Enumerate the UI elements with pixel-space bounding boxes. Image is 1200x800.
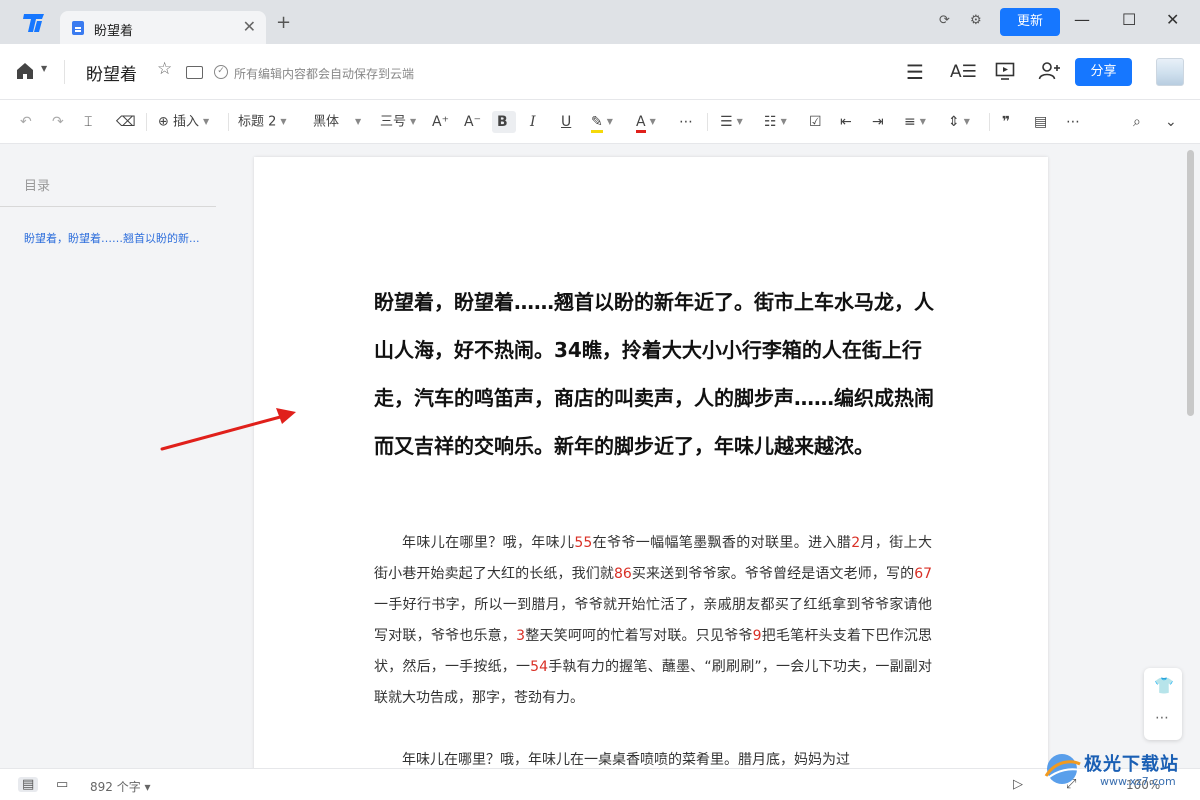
chevron-down-icon[interactable]: ▼ — [41, 64, 47, 73]
page-title[interactable]: 盼望着 — [86, 60, 137, 85]
update-button[interactable]: 更新 — [1000, 8, 1060, 36]
divider — [989, 113, 990, 131]
toc-title: 目录 — [24, 179, 51, 194]
red-number: 54 — [530, 659, 548, 675]
highlight-color-icon[interactable]: ✎ ▼ — [591, 112, 613, 133]
outdent-icon[interactable]: ⇤ — [840, 112, 852, 132]
save-status: 所有编辑内容都会自动保存到云端 — [234, 67, 415, 81]
watermark-url: www.xz7.com — [1100, 775, 1176, 788]
toc-item[interactable]: 盼望着，盼望着……翘首以盼的新... — [24, 230, 200, 246]
chevron-down-icon[interactable]: ⌄ — [1165, 112, 1177, 132]
word-count[interactable]: 892 个字 ▾ — [90, 778, 151, 795]
bullet-list-icon[interactable]: ☰ ▼ — [720, 112, 743, 132]
more-icon[interactable]: ⋯ — [1066, 112, 1080, 132]
paragraph[interactable]: 年味儿在哪里？哦，年味儿55在爷爷一幅幅笔墨飘香的对联里。进入腊2月，街上大街小… — [374, 528, 932, 714]
theme-skin-icon[interactable]: 👕 — [1154, 676, 1174, 695]
red-number: 67 — [914, 566, 933, 582]
web-view-icon[interactable]: ▭ — [56, 777, 68, 792]
document-page[interactable]: 盼望着，盼望着……翘首以盼的新年近了。街市上车水马龙，人山人海，好不热闹。34瞧… — [254, 157, 1048, 777]
red-number: 2 — [851, 535, 861, 551]
divider — [0, 206, 216, 207]
maximize-icon[interactable]: ☐ — [1122, 10, 1136, 29]
bold-button[interactable]: B — [497, 112, 508, 132]
document-header: ▼ 盼望着 ☆ ✓ 所有编辑内容都会自动保存到云端 ☰ A☰ 分享 — [0, 44, 1200, 100]
align-icon[interactable]: ≡ ▼ — [904, 112, 926, 132]
status-bar: ▤ ▭ 892 个字 ▾ ▷ ⤢ 100% — [0, 768, 1200, 800]
vertical-scrollbar[interactable] — [1187, 150, 1194, 416]
title-bar: 盼望着 ✕ + ⟳ ⚙ 更新 — ☐ ✕ — [0, 0, 1200, 44]
word-count-value: 892 个字 — [90, 780, 141, 794]
document-heading[interactable]: 盼望着，盼望着……翘首以盼的新年近了。街市上车水马龙，人山人海，好不热闹。34瞧… — [374, 278, 934, 470]
text-run: 买来送到爷爷家。爷爷曾经是语文老师，写的 — [631, 566, 915, 582]
red-number: 86 — [613, 566, 632, 582]
floating-tools-panel: 👕 ⋯ — [1144, 668, 1182, 740]
minimize-icon[interactable]: — — [1074, 10, 1090, 29]
watermark-text: 极光下载站 — [1084, 754, 1179, 775]
app-logo-icon — [23, 14, 44, 32]
sync-icon[interactable]: ⟳ — [939, 13, 950, 28]
window-close-icon[interactable]: ✕ — [1166, 10, 1179, 29]
table-of-contents: 目录 盼望着，盼望着……翘首以盼的新... — [0, 145, 216, 768]
red-number: 55 — [574, 535, 593, 551]
checklist-icon[interactable]: ☑ — [809, 112, 822, 132]
star-icon[interactable]: ☆ — [157, 59, 172, 79]
more-format-icon[interactable]: ⋯ — [679, 112, 693, 132]
format-toolbar-right: B I U ✎ ▼ A ▼ ⋯ ☰ ▼ ☷ ▼ ☑ ⇤ ⇥ ≡ ▼ ⇕ ▼ ❞ ▤ ⋯ ⌕ … — [0, 100, 1200, 144]
font-color-button[interactable]: A ▼ — [636, 112, 656, 133]
cloud-saved-icon: ✓ — [214, 65, 228, 79]
presentation-icon[interactable] — [995, 62, 1015, 80]
menu-icon[interactable]: ☰ — [906, 60, 924, 84]
document-tab[interactable]: 盼望着 ✕ — [60, 11, 266, 44]
text-run: 年味儿在哪里？哦，年味儿 — [402, 535, 575, 551]
text-run: 整天笑呵呵的忙着写对联。只见爷爷 — [525, 628, 753, 644]
text-run: 在爷爷一幅幅笔墨飘香的对联里。进入腊 — [592, 535, 852, 551]
line-spacing-icon[interactable]: ⇕ ▼ — [948, 112, 970, 132]
underline-button[interactable]: U — [561, 112, 571, 132]
home-icon[interactable] — [16, 62, 34, 80]
document-icon — [72, 21, 84, 35]
more-icon[interactable]: ⋯ — [1155, 710, 1169, 726]
folder-icon[interactable] — [186, 66, 203, 79]
page-view-icon[interactable]: ▤ — [18, 777, 39, 792]
tab-title: 盼望着 — [94, 24, 134, 39]
text-box-icon[interactable]: ▤ — [1034, 112, 1047, 132]
play-icon[interactable]: ▷ — [1013, 777, 1023, 792]
red-arrow-annotation — [160, 408, 296, 451]
italic-button[interactable]: I — [530, 112, 536, 132]
new-tab-icon[interactable]: + — [276, 14, 291, 32]
gear-icon[interactable]: ⚙ — [970, 13, 982, 28]
watermark-globe-icon — [1044, 754, 1081, 784]
red-number: 9 — [752, 628, 762, 644]
indent-icon[interactable]: ⇥ — [872, 112, 884, 132]
watermark-logo: 极光下载站 www.xz7.com — [1040, 748, 1200, 792]
numbered-list-icon[interactable]: ☷ ▼ — [764, 112, 787, 132]
red-number: 3 — [516, 628, 526, 644]
share-button[interactable]: 分享 — [1075, 58, 1132, 86]
divider — [707, 113, 708, 131]
quote-icon[interactable]: ❞ — [1002, 112, 1010, 132]
font-color-letter: A — [636, 114, 646, 133]
divider — [64, 60, 65, 84]
text-style-icon[interactable]: A☰ — [950, 62, 977, 82]
avatar[interactable] — [1156, 58, 1184, 86]
add-collaborator-icon[interactable] — [1038, 61, 1060, 81]
tab-close-icon[interactable]: ✕ — [243, 17, 256, 36]
search-icon[interactable]: ⌕ — [1133, 112, 1141, 132]
